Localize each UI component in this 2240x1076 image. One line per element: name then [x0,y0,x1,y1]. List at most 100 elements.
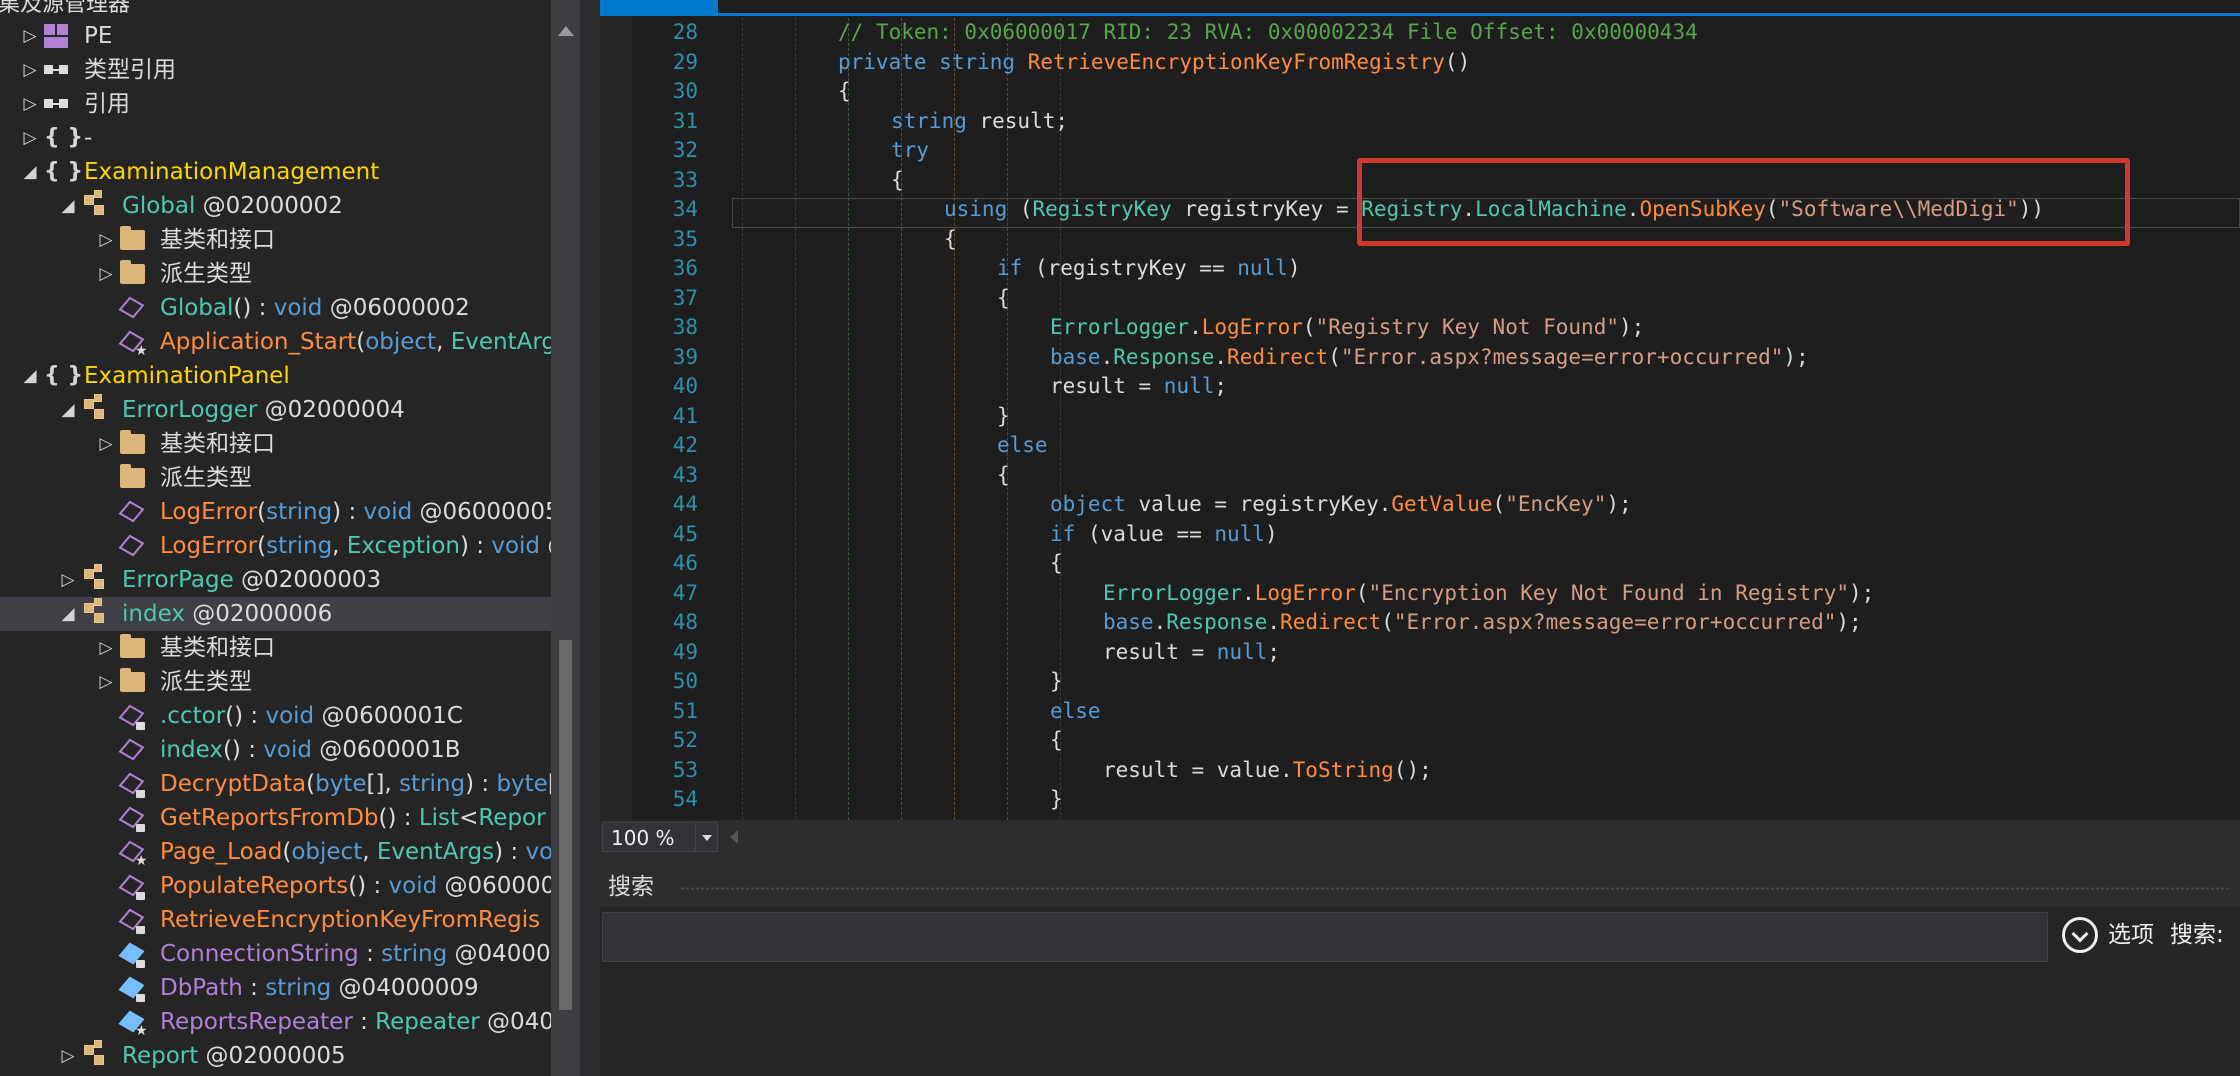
code-line[interactable]: 42 else [600,432,2240,458]
tree-item[interactable]: LogError(string, Exception) : void @ [0,529,551,563]
tree-item-label: GetReportsFromDb() : List<Repor [160,801,546,835]
tree-item[interactable]: index() : void @0600001B [0,733,551,767]
collapsed-arrow-icon[interactable]: ▷ [21,121,39,155]
collapsed-arrow-icon[interactable]: ▷ [21,53,39,87]
collapsed-arrow-icon[interactable]: ▷ [97,223,115,257]
expanded-arrow-icon[interactable]: ◢ [59,189,77,223]
zoom-combobox[interactable]: 100 % [602,822,718,852]
code-line[interactable]: 45 if (value == null) [600,521,2240,547]
tree-item[interactable]: LogError(string) : void @06000005 [0,495,551,529]
options-chevron-icon[interactable] [2062,917,2098,953]
expanded-arrow-icon[interactable]: ◢ [21,359,39,393]
tree-item[interactable]: ◢{ } ExaminationPanel [0,359,551,393]
code-line[interactable]: 51 else [600,698,2240,724]
code-line[interactable]: 30 { [600,78,2240,104]
tree-item[interactable]: ▷ PE [0,19,551,53]
tree-item[interactable]: PopulateReports() : void @060000 [0,869,551,903]
collapsed-arrow-icon[interactable]: ▷ [97,257,115,291]
code-line[interactable]: 47 ErrorLogger.LogError("Encryption Key N… [600,580,2240,606]
collapsed-arrow-icon[interactable]: ▷ [59,1039,77,1073]
tree-item[interactable]: DecryptData(byte[], string) : byte[ [0,767,551,801]
expanded-arrow-icon[interactable]: ◢ [59,597,77,631]
tree-item[interactable]: ▷ ErrorPage @02000003 [0,563,551,597]
collapsed-arrow-icon[interactable]: ▷ [97,665,115,699]
tree-item[interactable]: GetReportsFromDb() : List<Repor [0,801,551,835]
search-input[interactable] [602,912,2048,962]
collapsed-arrow-icon[interactable]: ▷ [97,631,115,665]
label-segment: string [266,499,333,525]
pane-splitter[interactable] [600,854,2240,868]
drag-grip[interactable] [680,886,2230,892]
expanded-arrow-icon[interactable]: ◢ [59,393,77,427]
tree-item[interactable]: .cctor() : void @0600001C [0,699,551,733]
code-line[interactable]: 50} [600,668,2240,694]
label-segment: @02000005 [198,1043,346,1069]
tree-item-label: RetrieveEncryptionKeyFromRegis [160,903,540,937]
code-token: ( [1492,492,1506,516]
code-token: LogError [1201,315,1303,339]
tree-scrollbar[interactable] [551,0,580,1076]
code-line[interactable]: 54} [600,786,2240,812]
collapsed-arrow-icon[interactable]: ▷ [59,563,77,597]
code-line[interactable]: 49 result = null; [600,639,2240,665]
code-line[interactable]: 36 if (registryKey == null) [600,255,2240,281]
class-icon [82,598,108,625]
expanded-arrow-icon[interactable]: ◢ [21,155,39,189]
scrollbar-thumb[interactable] [559,640,572,1010]
code-token: Response [1113,344,1215,369]
tree-item[interactable]: ▷ 基类和接口 [0,631,551,665]
tree-item[interactable]: ◢ ErrorLogger @02000004 [0,393,551,427]
tree-item[interactable]: ◢{ } ExaminationManagement [0,155,551,189]
search-panel-header[interactable]: 搜索 [600,868,2240,906]
tree-item[interactable]: ★ Page_Load(object, EventArgs) : vo [0,835,551,869]
options-button-label[interactable]: 选项 [2108,918,2154,952]
tab-strip-accent [600,13,2240,16]
tree-item[interactable]: DbPath : string @04000009 [0,971,551,1005]
tree-item[interactable]: ◢ Global @02000002 [0,189,551,223]
code-line[interactable]: 29 private string RetrieveEncryptionKeyFr… [600,49,2240,75]
code-line[interactable]: 46 { [600,550,2240,576]
code-line[interactable]: 43 { [600,462,2240,488]
collapsed-arrow-icon[interactable]: ▷ [21,19,39,53]
tree-item-label: 派生类型 [160,665,252,699]
tree-item[interactable]: ▷ 基类和接口 [0,223,551,257]
code-line[interactable]: 28 // Token: 0x06000017 RID: 23 RVA: 0x00… [600,19,2240,45]
collapsed-arrow-icon[interactable]: ▷ [21,87,39,121]
chevron-down-icon[interactable] [695,823,717,851]
tree-item[interactable]: ★ ReportsRepeater : Repeater @040 [0,1005,551,1039]
tree-item[interactable]: ▷ 派生类型 [0,257,551,291]
label-segment: @02000003 [233,567,382,593]
tree-item[interactable]: ConnectionString : string @04000 [0,937,551,971]
code-editor[interactable]: 28 // Token: 0x06000017 RID: 23 RVA: 0x00… [600,0,2240,820]
code-line[interactable]: 44 object value = registryKey.GetValue("E… [600,491,2240,517]
tree-item-label: ErrorPage @02000003 [122,563,381,597]
tree-item[interactable]: ★ Application_Start(object, EventArgs [0,325,551,359]
label-segment: 基类和接口 [160,431,275,457]
scroll-left-arrow-icon[interactable] [730,830,738,844]
code-line[interactable]: 53 result = value.ToString(); [600,757,2240,783]
code-line[interactable]: 41} [600,403,2240,429]
code-line[interactable]: 38 ErrorLogger.LogError("Registry Key Not… [600,314,2240,340]
tree-item[interactable]: 派生类型 [0,461,551,495]
scroll-up-arrow-icon[interactable] [558,26,574,36]
panel-splitter[interactable] [580,0,600,1076]
code-line[interactable]: 39 base.Response.Redirect("Error.aspx?mes… [600,344,2240,370]
code-line[interactable]: 37 { [600,285,2240,311]
collapsed-arrow-icon[interactable]: ▷ [97,427,115,461]
tree-item[interactable]: ▷ Report @02000005 [0,1039,551,1073]
tree-item[interactable]: ▷{ } - [0,121,551,155]
tree-item[interactable]: ▷ 引用 [0,87,551,121]
document-tab[interactable] [600,0,718,14]
code-line[interactable]: 48 base.Response.Redirect("Error.aspx?mes… [600,609,2240,635]
code-line[interactable]: 31 string result; [600,108,2240,134]
tree-item[interactable]: ▷ 基类和接口 [0,427,551,461]
tree-item[interactable]: ▷ 派生类型 [0,665,551,699]
tree-item[interactable]: ▷ 类型引用 [0,53,551,87]
tree-item[interactable]: Global() : void @06000002 [0,291,551,325]
code-line[interactable]: 40 result = null; [600,373,2240,399]
code-token: (); [1393,757,1432,782]
code-token: . [1214,344,1228,369]
tree-item[interactable]: RetrieveEncryptionKeyFromRegis [0,903,551,937]
tree-item[interactable]: ◢ index @02000006 [0,597,551,631]
code-line[interactable]: 52 { [600,727,2240,753]
